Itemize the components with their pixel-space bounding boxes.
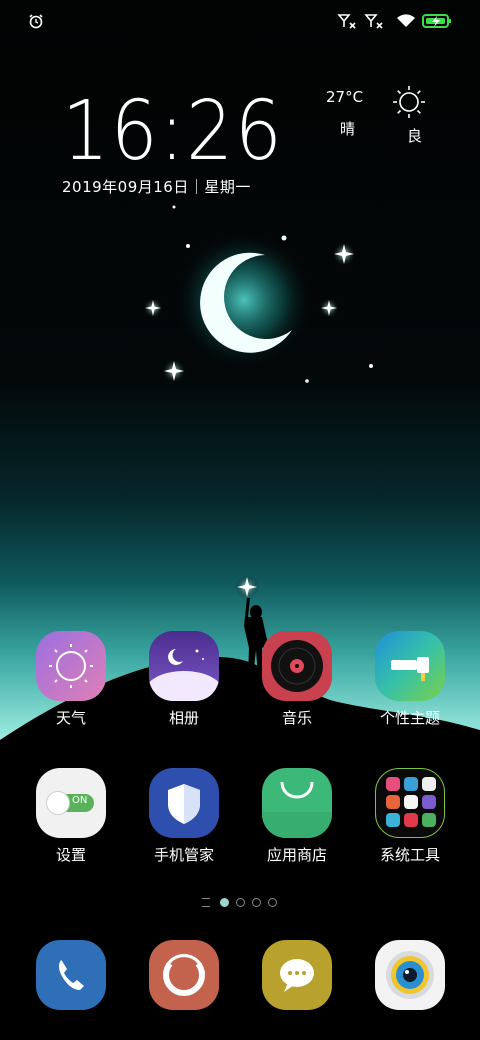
page-dot-active[interactable] (220, 898, 229, 907)
app-label-settings: 设置 (55, 846, 86, 864)
phone-app-icon (36, 940, 106, 1010)
theme-app-icon (375, 631, 445, 701)
home-menu-indicator-icon[interactable] (202, 898, 210, 907)
weather-air-quality: 良 (407, 127, 423, 145)
sun-icon (392, 85, 426, 123)
app-label-system-tools: 系统工具 (379, 846, 440, 864)
page-dot[interactable] (268, 898, 277, 907)
app-label-phone-manager: 手机管家 (153, 846, 214, 864)
page-dot[interactable] (236, 898, 245, 907)
dock-messages[interactable] (242, 940, 352, 1010)
system-tools-folder-icon (375, 768, 445, 838)
browser-app-icon (149, 940, 219, 1010)
clock-time[interactable]: 16:26 (62, 82, 282, 182)
weather-temperature[interactable]: 27°C (326, 88, 363, 106)
page-indicator[interactable] (200, 896, 280, 908)
wifi-icon (396, 13, 416, 33)
theme-app[interactable]: 个性主题 (355, 631, 465, 728)
weather-app[interactable]: 天气 (16, 631, 126, 728)
settings-app[interactable]: ON 设置 (16, 768, 126, 865)
dock-browser[interactable] (129, 940, 239, 1010)
settings-toggle-text: ON (72, 795, 88, 806)
app-label-music: 音乐 (281, 709, 312, 727)
phone-manager-app-icon (149, 768, 219, 838)
gallery-app[interactable]: 相册 (129, 631, 239, 728)
music-app[interactable]: 音乐 (242, 631, 352, 728)
app-label-app-store: 应用商店 (266, 846, 327, 864)
app-label-theme: 个性主题 (379, 709, 440, 727)
status-bar (0, 0, 480, 44)
phone-manager-app[interactable]: 手机管家 (129, 768, 239, 865)
messages-app-icon (262, 940, 332, 1010)
signal-1-no-sim-icon (337, 12, 359, 34)
app-store-app[interactable]: 应用商店 (242, 768, 352, 865)
camera-app-icon (375, 940, 445, 1010)
battery-charging-icon (422, 13, 452, 33)
music-app-icon (262, 631, 332, 701)
page-dot[interactable] (252, 898, 261, 907)
dock-camera[interactable] (355, 940, 465, 1010)
system-tools-folder[interactable]: 系统工具 (355, 768, 465, 865)
app-label-weather: 天气 (55, 709, 86, 727)
app-label-gallery: 相册 (168, 709, 199, 727)
dock-phone[interactable] (16, 940, 126, 1010)
weather-condition: 晴 (340, 120, 356, 138)
signal-2-no-sim-icon (364, 12, 386, 34)
clock-date: 2019年09月16日｜星期一 (62, 178, 251, 196)
weather-app-icon (36, 631, 106, 701)
app-store-app-icon (262, 768, 332, 838)
gallery-app-icon (149, 631, 219, 701)
settings-app-icon: ON (36, 768, 106, 838)
alarm-icon (28, 13, 44, 33)
